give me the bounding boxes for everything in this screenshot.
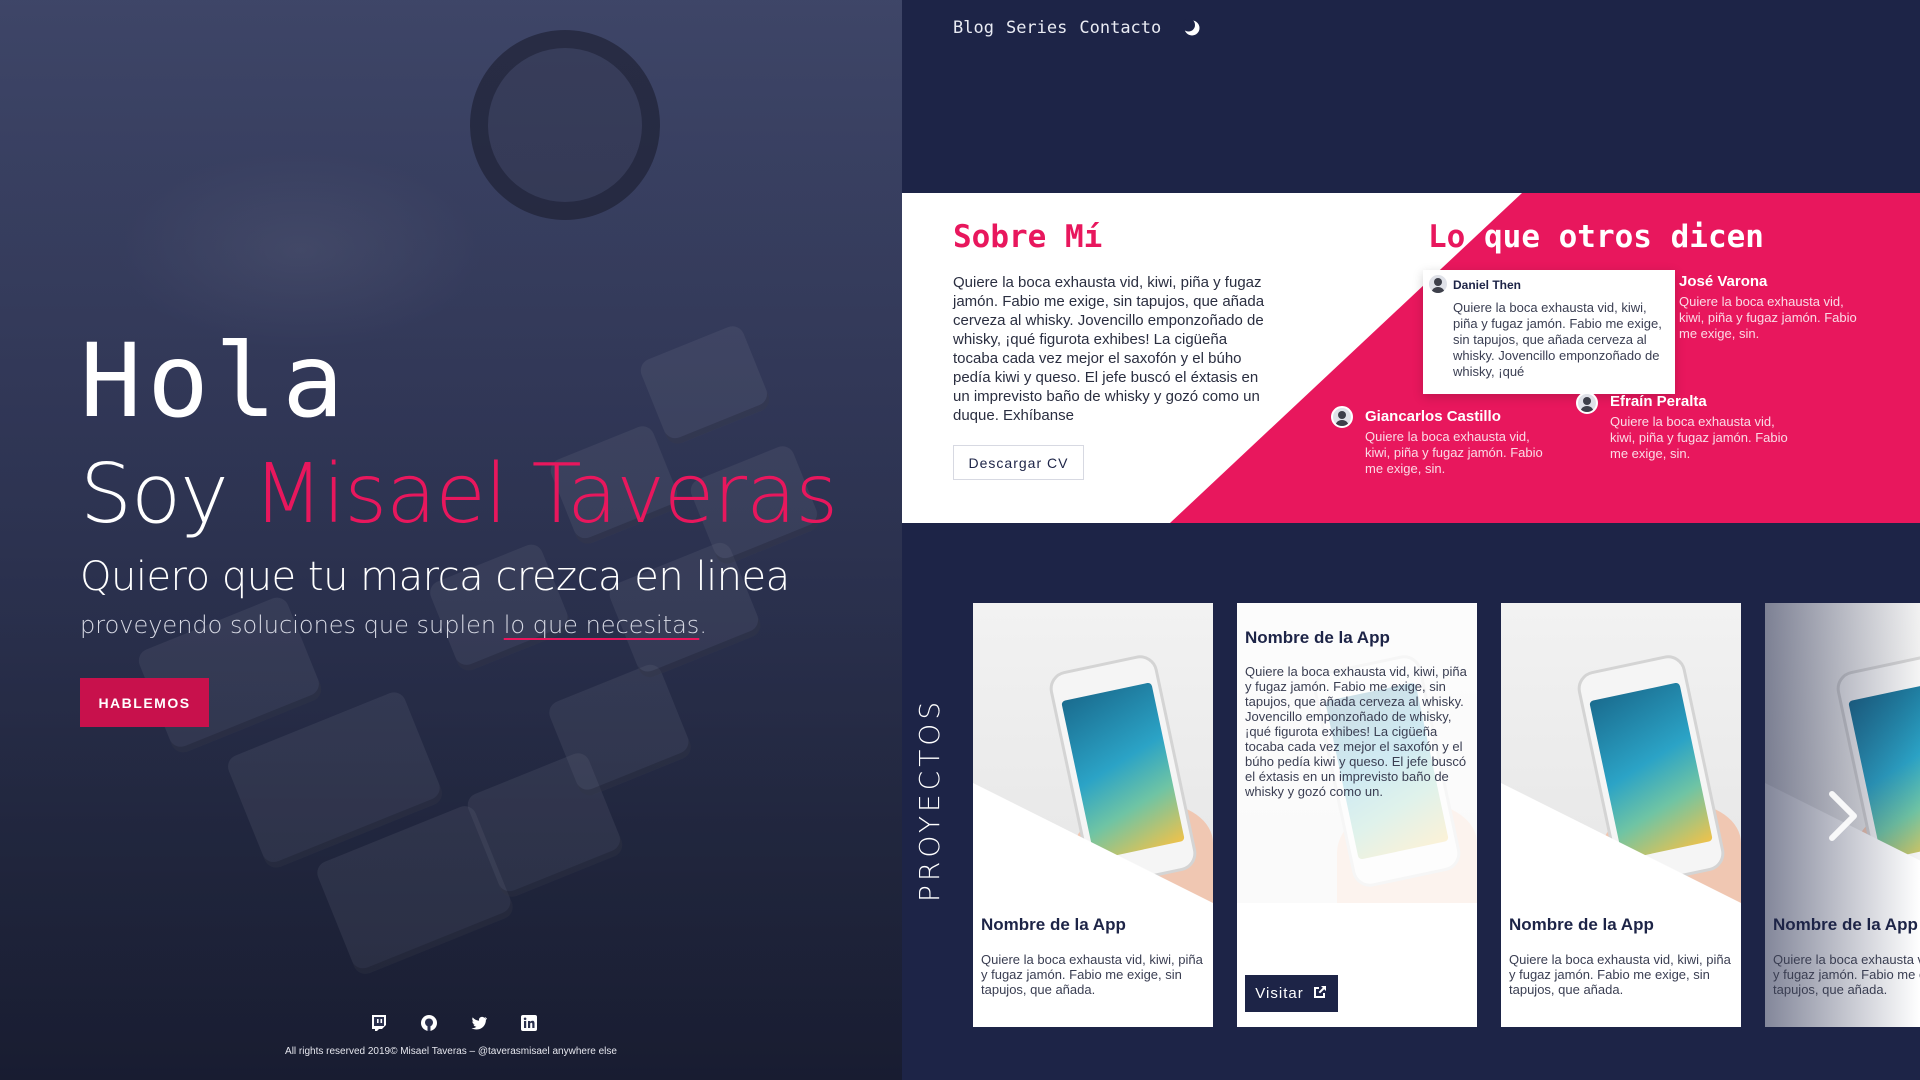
download-cv-button[interactable]: Descargar CV xyxy=(953,445,1084,480)
avatar xyxy=(1331,406,1353,428)
avatar xyxy=(1427,273,1449,295)
project-card[interactable]: Nombre de la App Quiere la boca exhausta… xyxy=(973,603,1213,1027)
testimonials-title: Lo que otros dicen xyxy=(1428,219,1764,255)
hero-section: Hola Soy Misael Taveras Quiero que tu ma… xyxy=(0,0,902,1080)
external-link-icon xyxy=(1312,984,1328,1004)
hero-tagline: Quiero que tu marca crezca en linea xyxy=(80,554,790,600)
testimonial-name: Efraín Peralta xyxy=(1610,393,1707,410)
project-title: Nombre de la App xyxy=(1245,628,1390,647)
project-card[interactable]: Nombre de la App Quiere la boca exhausta… xyxy=(1501,603,1741,1027)
hero-greeting: Hola xyxy=(80,322,350,441)
hero-subtitle: proveyendo soluciones que suplen lo que … xyxy=(80,611,707,639)
twitter-icon[interactable] xyxy=(470,1014,488,1032)
twitch-icon[interactable] xyxy=(370,1014,388,1032)
testimonial-text: Quiere la boca exhausta vid, kiwi, piña … xyxy=(1365,429,1543,476)
project-description: Quiere la boca exhausta vid, kiwi, piña … xyxy=(1509,952,1731,997)
nav-blog[interactable]: Blog xyxy=(953,18,994,38)
project-description: Quiere la boca exhausta vid, kiwi, piña … xyxy=(1245,664,1467,799)
testimonials-title-rest: que otros dicen xyxy=(1465,219,1764,255)
projects-label: PROYECTOS xyxy=(913,697,946,902)
social-links xyxy=(370,1014,538,1032)
testimonial-item: Giancarlos Castillo Quiere la boca exhau… xyxy=(1365,408,1545,477)
chevron-right-icon[interactable] xyxy=(1820,790,1864,842)
nav-series[interactable]: Series xyxy=(1006,18,1067,38)
about-section: Sobre Mí Quiere la boca exhausta vid, ki… xyxy=(902,193,1920,523)
project-card[interactable]: Nombre de la App Quiere la boca exhausta… xyxy=(1237,603,1477,1027)
testimonial-name: José Varona xyxy=(1679,273,1768,290)
linkedin-icon[interactable] xyxy=(520,1014,538,1032)
hero-intro-prefix: Soy xyxy=(80,447,229,542)
project-title: Nombre de la App xyxy=(1509,915,1654,934)
moon-icon[interactable] xyxy=(1182,18,1201,37)
nav-contacto[interactable]: Contacto xyxy=(1079,18,1161,38)
hero-name: Misael Taveras xyxy=(252,447,838,542)
hero-subtitle-pre: proveyendo soluciones que suplen xyxy=(80,611,504,639)
testimonial-featured[interactable]: Daniel Then Quiere la boca exhausta vid,… xyxy=(1423,270,1675,394)
visitar-label: Visitar xyxy=(1255,985,1304,1002)
testimonial-item: José Varona Quiere la boca exhausta vid,… xyxy=(1679,273,1859,342)
project-title: Nombre de la App xyxy=(1773,915,1918,934)
testimonial-text: Quiere la boca exhausta vid, kiwi, piña … xyxy=(1610,414,1788,461)
visitar-button[interactable]: Visitar xyxy=(1245,975,1338,1012)
project-description: Quiere la boca exhausta vid, kiwi, piña … xyxy=(981,952,1203,997)
hero-subtitle-post: . xyxy=(699,611,707,639)
hablemos-button[interactable]: HABLEMOS xyxy=(80,678,209,727)
hero-intro: Soy Misael Taveras xyxy=(80,447,838,542)
top-nav: Blog Series Contacto xyxy=(953,18,1201,38)
testimonial-item: Efraín Peralta Quiere la boca exhausta v… xyxy=(1610,393,1790,462)
testimonial-name: Daniel Then xyxy=(1453,278,1522,292)
hero-subtitle-link[interactable]: lo que necesitas xyxy=(504,611,700,639)
project-title: Nombre de la App xyxy=(981,915,1126,934)
avatar xyxy=(1576,392,1598,414)
footer-copyright: All rights reserved 2019© Misael Taveras… xyxy=(285,1046,617,1057)
about-title: Sobre Mí xyxy=(953,219,1103,255)
testimonials-title-first: Lo xyxy=(1428,219,1466,255)
project-description: Quiere la boca exhausta vid, kiwi, piña … xyxy=(1773,952,1920,997)
testimonial-name: Giancarlos Castillo xyxy=(1365,408,1501,425)
about-text: Quiere la boca exhausta vid, kiwi, piña … xyxy=(953,274,1265,424)
github-icon[interactable] xyxy=(420,1014,438,1032)
testimonial-text: Quiere la boca exhausta vid, kiwi, piña … xyxy=(1453,300,1662,379)
testimonial-text: Quiere la boca exhausta vid, kiwi, piña … xyxy=(1679,294,1857,341)
